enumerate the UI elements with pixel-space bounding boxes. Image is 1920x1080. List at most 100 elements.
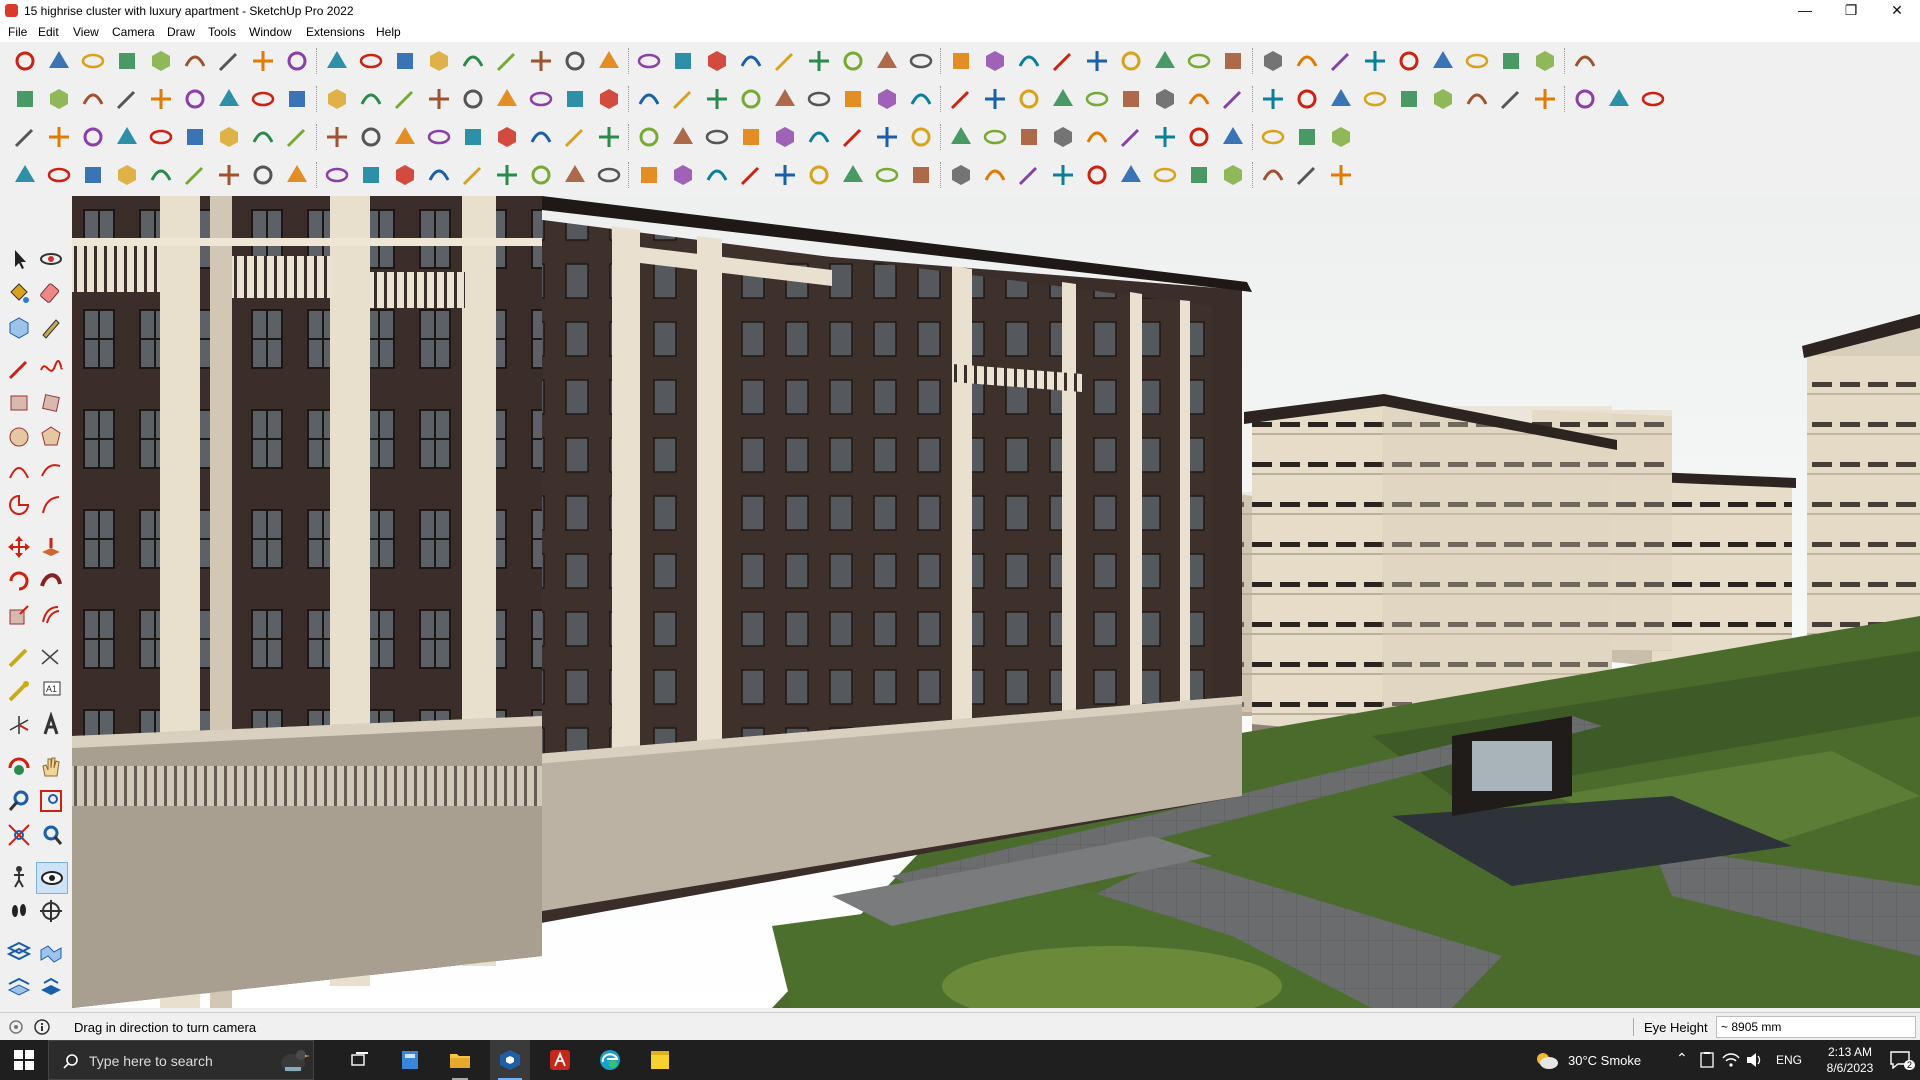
menu-file[interactable]: File <box>8 25 27 39</box>
toolbar-tool-button[interactable] <box>494 48 520 74</box>
toolbar-tool-button[interactable] <box>12 48 38 74</box>
toolbar-tool-button[interactable] <box>874 162 900 188</box>
toolbar-tool-button[interactable] <box>1118 48 1144 74</box>
show-hidden-icons-chevron-icon[interactable]: ⌃ <box>1676 1050 1688 1067</box>
toolbar-tool-button[interactable] <box>46 86 72 112</box>
toolbar-tool-button[interactable] <box>12 86 38 112</box>
toolbar-tool-button[interactable] <box>460 124 486 150</box>
line-tool-button[interactable] <box>6 356 32 382</box>
toolbar-tool-button[interactable] <box>704 124 730 150</box>
3d-text-button[interactable] <box>38 711 64 738</box>
start-button[interactable] <box>0 1040 48 1080</box>
toolbar-tool-button[interactable] <box>1464 86 1490 112</box>
toolbar-tool-button[interactable] <box>1186 162 1212 188</box>
toolbar-tool-button[interactable] <box>772 162 798 188</box>
toolbar-tool-button[interactable] <box>460 162 486 188</box>
toolbar-tool-button[interactable] <box>982 48 1008 74</box>
toolbar-tool-button[interactable] <box>1294 48 1320 74</box>
toolbar-tool-button[interactable] <box>670 86 696 112</box>
scale-tool-button[interactable] <box>6 602 32 628</box>
axes-tool-button[interactable] <box>6 712 32 738</box>
component-tool-button[interactable] <box>6 314 32 340</box>
toolbar-tool-button[interactable] <box>250 162 276 188</box>
toolbar-tool-button[interactable] <box>182 162 208 188</box>
info-icon[interactable] <box>34 1019 50 1035</box>
toolbar-tool-button[interactable] <box>494 86 520 112</box>
toolbar-tool-button[interactable] <box>148 124 174 150</box>
taskbar-calculator[interactable] <box>390 1040 430 1080</box>
menu-edit[interactable]: Edit <box>38 25 59 39</box>
previous-view-button[interactable] <box>38 822 64 848</box>
dimension-tool-button[interactable] <box>38 644 64 670</box>
toolbar-tool-button[interactable] <box>1186 48 1212 74</box>
toolbar-tool-button[interactable] <box>114 48 140 74</box>
task-view-button[interactable] <box>340 1040 380 1080</box>
toolbar-tool-button[interactable] <box>358 86 384 112</box>
taskbar-search-box[interactable]: Type here to search <box>48 1040 314 1080</box>
toolbar-tool-button[interactable] <box>772 86 798 112</box>
toolbar-tool-button[interactable] <box>1050 124 1076 150</box>
toolbar-tool-button[interactable] <box>528 124 554 150</box>
text-tool-button[interactable]: A1 <box>38 678 64 704</box>
toolbar-tool-button[interactable] <box>840 162 866 188</box>
toolbar-tool-button[interactable] <box>528 86 554 112</box>
toolbar-tool-button[interactable] <box>114 86 140 112</box>
three-point-arc-button[interactable] <box>38 492 64 518</box>
battery-power-icon[interactable] <box>1698 1052 1716 1068</box>
toolbar-tool-button[interactable] <box>358 162 384 188</box>
toolbar-tool-button[interactable] <box>670 124 696 150</box>
toolbar-tool-button[interactable] <box>1084 162 1110 188</box>
toolbar-tool-button[interactable] <box>1498 86 1524 112</box>
toolbar-tool-button[interactable] <box>772 48 798 74</box>
sandbox-from-scratch-button[interactable] <box>38 940 64 966</box>
toolbar-tool-button[interactable] <box>704 162 730 188</box>
toolbar-tool-button[interactable] <box>874 86 900 112</box>
toolbar-tool-button[interactable] <box>562 162 588 188</box>
push-pull-button[interactable] <box>38 534 64 560</box>
toolbar-tool-button[interactable] <box>114 162 140 188</box>
toolbar-tool-button[interactable] <box>324 48 350 74</box>
toolbar-tool-button[interactable] <box>1328 48 1354 74</box>
toolbar-tool-button[interactable] <box>738 124 764 150</box>
toolbar-tool-button[interactable] <box>216 48 242 74</box>
toolbar-tool-button[interactable] <box>908 48 934 74</box>
toolbar-tool-button[interactable] <box>806 162 832 188</box>
toolbar-tool-button[interactable] <box>460 48 486 74</box>
toolbar-tool-button[interactable] <box>426 48 452 74</box>
toolbar-tool-button[interactable] <box>1362 48 1388 74</box>
toolbar-tool-button[interactable] <box>874 124 900 150</box>
rotated-rectangle-button[interactable] <box>38 390 64 416</box>
toolbar-tool-button[interactable] <box>1186 124 1212 150</box>
eraser-tool-button[interactable] <box>38 280 64 306</box>
toolbar-tool-button[interactable] <box>1050 162 1076 188</box>
toolbar-tool-button[interactable] <box>1084 86 1110 112</box>
polygon-tool-button[interactable] <box>38 424 64 450</box>
menu-view[interactable]: View <box>73 25 99 39</box>
toolbar-tool-button[interactable] <box>636 124 662 150</box>
toolbar-tool-button[interactable] <box>1640 86 1666 112</box>
toolbar-tool-button[interactable] <box>426 86 452 112</box>
toolbar-tool-button[interactable] <box>1294 124 1320 150</box>
toolbar-tool-button[interactable] <box>1498 48 1524 74</box>
toolbar-tool-button[interactable] <box>562 124 588 150</box>
walk-tool-button[interactable] <box>6 898 32 924</box>
toolbar-tool-button[interactable] <box>426 162 452 188</box>
position-camera-button[interactable] <box>6 864 32 890</box>
zoom-window-button[interactable] <box>38 788 64 814</box>
toolbar-tool-button[interactable] <box>80 162 106 188</box>
toolbar-tool-button[interactable] <box>216 124 242 150</box>
wifi-icon[interactable] <box>1722 1052 1740 1068</box>
toolbar-tool-button[interactable] <box>1532 86 1558 112</box>
toolbar-tool-button[interactable] <box>1532 48 1558 74</box>
toolbar-tool-button[interactable] <box>46 48 72 74</box>
follow-me-button[interactable] <box>38 568 64 594</box>
toolbar-tool-button[interactable] <box>1016 162 1042 188</box>
toolbar-tool-button[interactable] <box>250 124 276 150</box>
toolbar-tool-button[interactable] <box>1220 48 1246 74</box>
arc-tool-button[interactable] <box>6 458 32 484</box>
toolbar-tool-button[interactable] <box>562 48 588 74</box>
toolbar-tool-button[interactable] <box>1606 86 1632 112</box>
toolbar-tool-button[interactable] <box>460 86 486 112</box>
toolbar-tool-button[interactable] <box>426 124 452 150</box>
toolbar-tool-button[interactable] <box>392 86 418 112</box>
